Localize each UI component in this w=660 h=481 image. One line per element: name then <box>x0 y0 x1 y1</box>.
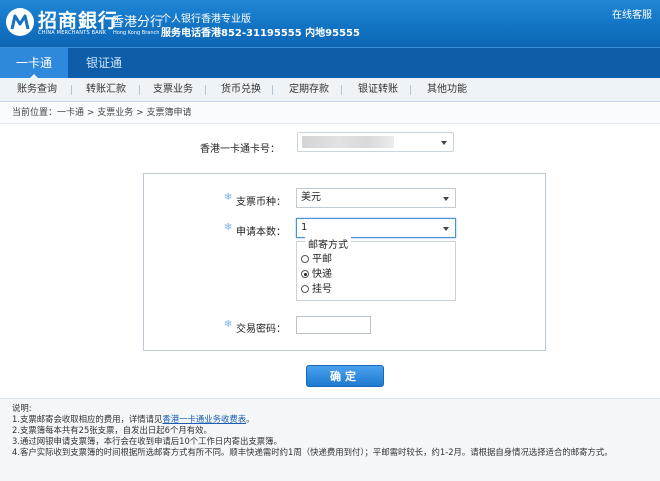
required-icon: ❄ <box>224 319 233 330</box>
radio-icon[interactable] <box>301 255 309 263</box>
chevron-down-icon <box>443 197 449 201</box>
sub-nav-time-deposit[interactable]: 定期存款 <box>289 78 329 101</box>
tagline: 个人银行香港专业版 <box>161 14 251 25</box>
mail-method-legend: 邮寄方式 <box>305 236 351 251</box>
notes-panel: 说明: 1.支票邮寄会收取相应的费用，详情请见香港一卡通业务收费表。 2.支票簿… <box>0 398 660 481</box>
sub-nav-divider <box>139 85 140 95</box>
quantity-label: 申请本数： <box>236 227 286 238</box>
card-number-label: 香港一卡通卡号： <box>200 144 280 155</box>
bank-name-english: CHINA MERCHANTS BANK <box>38 30 107 36</box>
mail-option-registered[interactable]: 挂号 <box>301 283 332 297</box>
sub-nav-divider <box>341 85 342 95</box>
currency-value: 美元 <box>301 192 321 203</box>
chevron-down-icon <box>443 227 449 231</box>
sub-nav-divider <box>410 85 411 95</box>
chevron-down-icon <box>441 141 447 145</box>
quantity-select[interactable]: 1 <box>296 218 456 238</box>
note-line-4: 4.客户实际收到支票簿的时间根据所选邮寄方式有所不同。顺丰快递需时约1周（快递费… <box>12 447 613 457</box>
radio-icon[interactable] <box>301 285 309 293</box>
password-input[interactable] <box>296 316 371 334</box>
sub-nav-divider <box>71 85 72 95</box>
sub-nav-divider <box>205 85 206 95</box>
quantity-value: 1 <box>301 222 308 233</box>
masked-card-number <box>302 136 394 148</box>
fee-schedule-link[interactable]: 香港一卡通业务收费表 <box>162 414 246 424</box>
mail-option-label: 平邮 <box>312 254 332 265</box>
mail-option-express[interactable]: 快递 <box>301 268 332 282</box>
required-icon: ❄ <box>224 192 233 203</box>
sub-nav-transfer[interactable]: 转账汇款 <box>86 78 126 101</box>
breadcrumb: 当前位置：一卡通 > 支票业务 > 支票簿申请 <box>0 103 660 124</box>
branch-name: 香港分行 <box>111 15 164 30</box>
sub-nav-divider <box>272 85 273 95</box>
note-text: 。 <box>246 414 255 424</box>
required-icon: ❄ <box>224 222 233 233</box>
main-nav: 一卡通 银证通 <box>0 47 660 79</box>
online-service-link[interactable]: 在线客服 <box>612 6 652 21</box>
sub-nav-account-inquiry[interactable]: 账务查询 <box>17 78 57 101</box>
radio-checked-icon[interactable] <box>301 270 309 278</box>
sub-nav-other[interactable]: 其他功能 <box>427 78 467 101</box>
sub-nav-cheque[interactable]: 支票业务 <box>153 78 193 101</box>
sub-nav-bank-securities-transfer[interactable]: 银证转账 <box>358 78 398 101</box>
bank-name: 招商銀行 <box>38 10 119 32</box>
sub-nav: 账务查询 转账汇款 支票业务 货币兑换 定期存款 银证转账 其他功能 <box>0 78 660 102</box>
confirm-button[interactable]: 确定 <box>306 365 384 387</box>
note-text: 1.支票邮寄会收取相应的费用，详情请见 <box>12 414 163 424</box>
branch-name-english: Hong Kong Branch <box>113 30 160 36</box>
mail-option-label: 快递 <box>312 269 332 280</box>
top-header: 招商銀行 CHINA MERCHANTS BANK 香港分行 Hong Kong… <box>0 0 660 47</box>
tab-securities[interactable]: 银证通 <box>72 48 136 79</box>
password-label: 交易密码： <box>236 324 286 335</box>
service-hotline: 服务电话香港852-31195555 内地95555 <box>161 28 360 39</box>
sub-nav-currency-exchange[interactable]: 货币兑换 <box>221 78 261 101</box>
currency-select[interactable]: 美元 <box>296 188 456 208</box>
tab-one-card[interactable]: 一卡通 <box>0 48 68 79</box>
card-number-select[interactable] <box>297 132 454 152</box>
mail-option-label: 挂号 <box>312 284 332 295</box>
mail-option-surface[interactable]: 平邮 <box>301 253 332 267</box>
cmb-logo-icon <box>6 8 34 36</box>
currency-label: 支票币种： <box>236 197 286 208</box>
